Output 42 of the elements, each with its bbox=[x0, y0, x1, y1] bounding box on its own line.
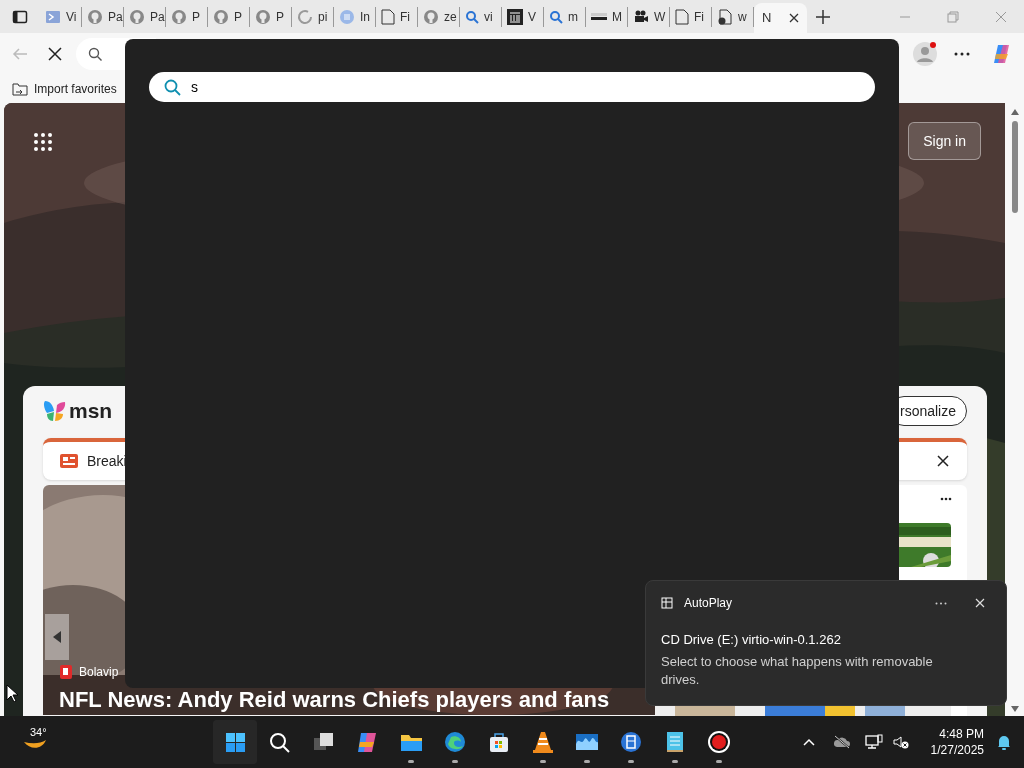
tab-title: P bbox=[192, 8, 200, 26]
browser-tab[interactable]: Pa bbox=[124, 6, 166, 27]
browser-tab[interactable]: W bbox=[628, 6, 670, 27]
clock-time[interactable]: 4:48 PM bbox=[939, 726, 984, 742]
browser-tab[interactable]: Pa bbox=[82, 6, 124, 27]
tab-title: W bbox=[654, 8, 666, 26]
tab-title: Fi bbox=[400, 8, 410, 26]
tab-title: P bbox=[276, 8, 284, 26]
tab-title: M bbox=[612, 8, 622, 26]
browser-tab[interactable]: pi bbox=[292, 6, 334, 27]
tab-title: w bbox=[738, 8, 747, 26]
tab-title: V bbox=[528, 8, 536, 26]
browser-tab[interactable]: N bbox=[754, 3, 808, 33]
browser-tab[interactable]: Fi bbox=[670, 6, 712, 27]
browser-tab[interactable]: ze bbox=[418, 6, 460, 27]
favorites-bar-item[interactable]: Import favorites bbox=[12, 80, 117, 98]
clock-date[interactable]: 1/27/2025 bbox=[930, 742, 984, 758]
browser-tab[interactable]: P bbox=[166, 6, 208, 27]
browser-tab[interactable]: Vi bbox=[40, 6, 82, 27]
browser-tab[interactable]: vi bbox=[460, 6, 502, 27]
tab-title: Vi bbox=[66, 8, 77, 26]
tab-title: Fi bbox=[694, 8, 704, 26]
browser-tab[interactable]: P bbox=[208, 6, 250, 27]
tab-title: vi bbox=[484, 8, 493, 26]
favorite-label: Import favorites bbox=[34, 81, 117, 98]
tab-title: P bbox=[234, 8, 242, 26]
browser-tab[interactable]: M bbox=[586, 6, 628, 27]
search-input: s bbox=[191, 76, 875, 98]
tab-title: m bbox=[568, 8, 578, 26]
browser-tab[interactable]: In bbox=[334, 6, 376, 27]
tab-title: Pa bbox=[150, 8, 165, 26]
tab-title: Pa bbox=[108, 8, 123, 26]
browser-tab[interactable]: P bbox=[250, 6, 292, 27]
search-field[interactable]: s bbox=[149, 72, 875, 102]
tab-title: pi bbox=[318, 8, 328, 26]
tab-title: ze bbox=[444, 8, 457, 26]
browser-tab[interactable]: m bbox=[544, 6, 586, 27]
browser-tab[interactable]: Fi bbox=[376, 6, 418, 27]
tab-title: In bbox=[360, 8, 370, 26]
tab-title: N bbox=[762, 9, 772, 28]
browser-tab[interactable]: V bbox=[502, 6, 544, 27]
temperature: 34° bbox=[30, 724, 47, 740]
